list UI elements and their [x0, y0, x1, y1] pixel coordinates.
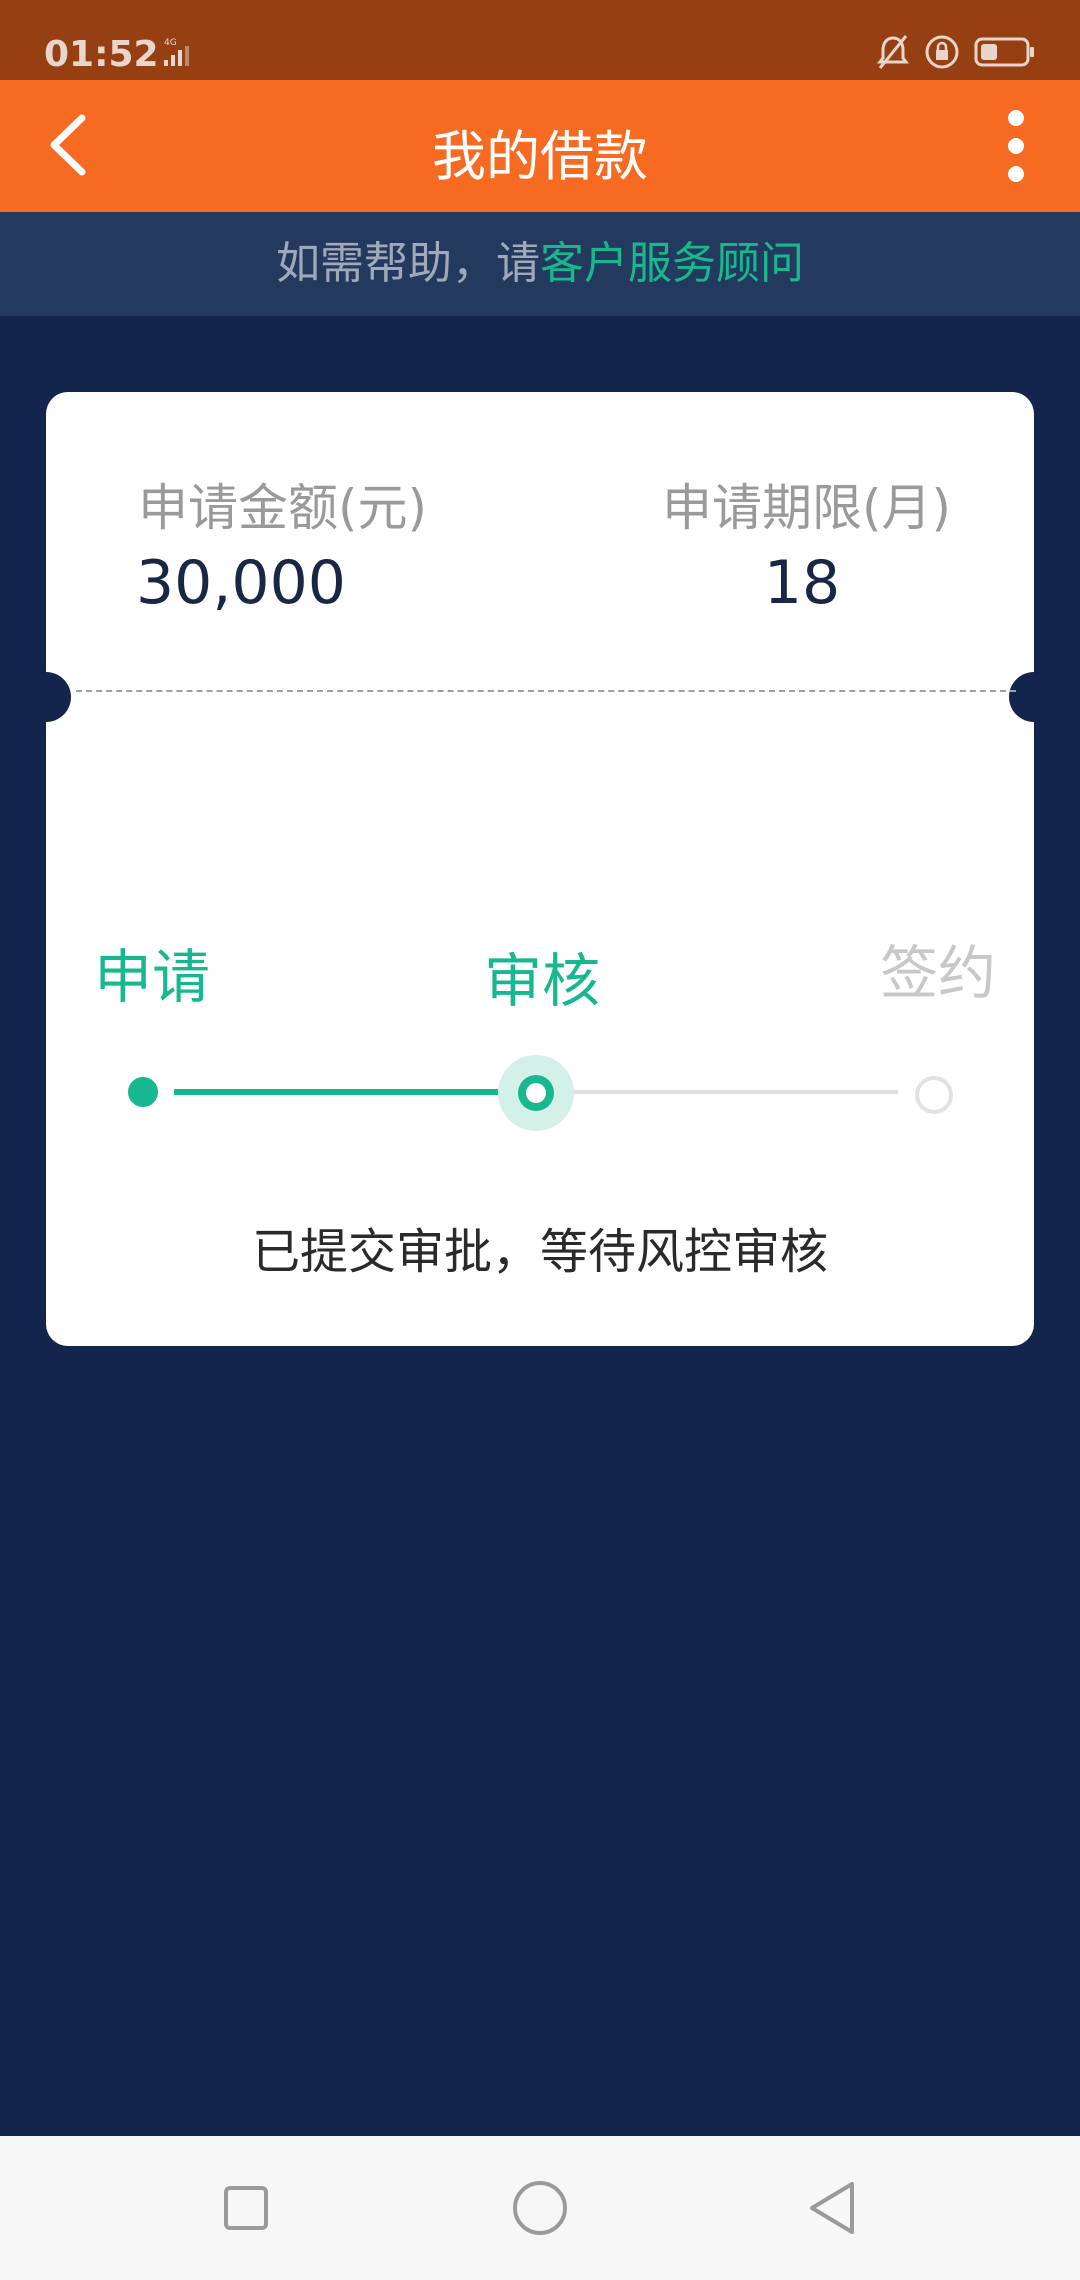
recent-apps-icon[interactable]	[210, 2172, 282, 2244]
home-icon[interactable]	[504, 2172, 576, 2244]
progress-track-pending	[568, 1090, 898, 1094]
amount-label: 申请金额(元)	[138, 479, 428, 537]
customer-service-link[interactable]: 客户服务顾问	[540, 238, 804, 289]
term-value: 18	[763, 548, 841, 618]
status-icons	[876, 34, 1036, 70]
step-sign: 签约	[880, 939, 997, 1007]
status-bar: 01:52 4G	[0, 0, 1080, 80]
app-bar: 我的借款	[0, 80, 1080, 212]
step-apply-dot	[128, 1077, 158, 1107]
help-prefix: 如需帮助，请	[276, 238, 540, 289]
lock-rotation-icon	[925, 35, 959, 69]
step-review-dot-core	[526, 1083, 546, 1103]
amount-value: 30,000	[136, 548, 346, 618]
step-sign-dot	[915, 1076, 953, 1114]
page-title: 我的借款	[432, 125, 648, 188]
progress-track-done	[174, 1089, 508, 1095]
ticket-notch-right	[1009, 672, 1059, 722]
ticket-notch-left	[21, 672, 71, 722]
step-apply: 申请	[94, 943, 211, 1011]
step-review: 审核	[484, 947, 601, 1015]
back-icon[interactable]	[798, 2172, 870, 2244]
system-nav-bar	[0, 2136, 1080, 2280]
dashed-divider	[76, 690, 1016, 692]
status-time: 01:52	[44, 34, 159, 75]
term-label: 申请期限(月)	[662, 479, 952, 537]
battery-icon	[974, 37, 1034, 67]
signal-icon: 4G	[164, 38, 189, 66]
progress-message: 已提交审批，等待风控审核	[251, 1224, 828, 1280]
help-banner: 如需帮助，请客户服务顾问	[0, 212, 1080, 316]
more-vertical-icon[interactable]	[976, 104, 1056, 188]
network-type: 4G	[164, 38, 177, 48]
mute-bell-icon	[877, 35, 909, 69]
